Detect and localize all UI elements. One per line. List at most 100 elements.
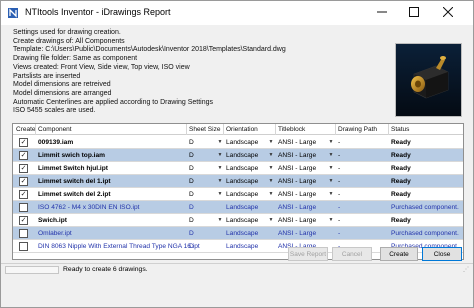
column-header-create[interactable]: Create bbox=[16, 126, 36, 133]
dropdown-arrow-icon[interactable]: ▼ bbox=[267, 150, 275, 159]
status-value: Ready bbox=[391, 190, 411, 198]
orientation-select[interactable]: Landscape bbox=[226, 165, 258, 172]
column-header-drawing-path[interactable]: Drawing Path bbox=[338, 126, 377, 133]
create-checkbox[interactable]: ✓ bbox=[19, 164, 28, 173]
table-row[interactable]: ✓ Limmit swich top.iam D ▼ Landscape ▼ A… bbox=[13, 149, 463, 162]
dropdown-arrow-icon[interactable]: ▼ bbox=[327, 150, 335, 159]
components-grid: Create Component Sheet Size Orientation … bbox=[12, 123, 464, 260]
sheet-size-select[interactable]: D bbox=[189, 178, 194, 185]
titleblock-select[interactable]: ANSI - Large bbox=[278, 178, 316, 185]
component-name: Swich.ipt bbox=[38, 216, 67, 224]
titleblock-value: ANSI - Large bbox=[278, 229, 317, 237]
status-message: Ready to create 6 drawings. bbox=[63, 266, 148, 273]
column-header-status[interactable]: Status bbox=[391, 126, 409, 133]
maximize-button[interactable] bbox=[399, 1, 429, 25]
titleblock-select[interactable]: ANSI - Large bbox=[278, 165, 316, 172]
sheet-size-select[interactable]: D bbox=[189, 217, 194, 224]
component-name: 009139.iam bbox=[38, 138, 74, 146]
sheet-size-select[interactable]: D bbox=[189, 165, 194, 172]
create-checkbox[interactable]: ✓ bbox=[19, 177, 28, 186]
info-line: ISO 5455 scales are used. bbox=[13, 107, 96, 115]
idrawings-report-window: NTItools Inventor - iDrawings Report Set… bbox=[0, 0, 474, 308]
dropdown-arrow-icon[interactable]: ▼ bbox=[327, 215, 335, 224]
info-line: Model dimensions are arranged bbox=[13, 89, 112, 97]
dropdown-arrow-icon[interactable]: ▼ bbox=[267, 176, 275, 185]
resize-grip-icon[interactable]: ⋰ bbox=[463, 266, 471, 274]
dropdown-arrow-icon[interactable]: ▼ bbox=[216, 189, 224, 198]
dropdown-arrow-icon[interactable]: ▼ bbox=[327, 137, 335, 146]
progress-box bbox=[5, 266, 59, 274]
status-value: Purchased component. bbox=[391, 229, 459, 237]
table-row[interactable]: ✓ Limmet Switch hjul.ipt D ▼ Landscape ▼… bbox=[13, 162, 463, 175]
dropdown-arrow-icon[interactable]: ▼ bbox=[216, 163, 224, 172]
orientation-value: Landscape bbox=[226, 229, 259, 237]
table-row[interactable]: ✓ Swich.ipt D ▼ Landscape ▼ ANSI - Large… bbox=[13, 214, 463, 227]
drawing-path-value: - bbox=[338, 203, 341, 211]
sheet-size-select[interactable]: D bbox=[189, 191, 194, 198]
table-row[interactable]: ✓ 009139.iam D ▼ Landscape ▼ ANSI - Larg… bbox=[13, 136, 463, 149]
dropdown-arrow-icon[interactable]: ▼ bbox=[327, 189, 335, 198]
close-window-button[interactable] bbox=[433, 1, 463, 25]
titleblock-select[interactable]: ANSI - Large bbox=[278, 139, 316, 146]
close-button[interactable]: Close bbox=[422, 247, 462, 261]
drawing-path-value: - bbox=[338, 151, 341, 159]
drawing-path-value: - bbox=[338, 177, 341, 185]
create-checkbox[interactable] bbox=[19, 242, 28, 251]
column-header-orientation[interactable]: Orientation bbox=[226, 126, 258, 133]
dropdown-arrow-icon[interactable]: ▼ bbox=[267, 163, 275, 172]
info-line: Automatic Centerlines are applied accord… bbox=[13, 98, 213, 106]
orientation-select[interactable]: Landscape bbox=[226, 191, 258, 198]
table-row[interactable]: ✓ Limmet switch del 1.ipt D ▼ Landscape … bbox=[13, 175, 463, 188]
orientation-select[interactable]: Landscape bbox=[226, 217, 258, 224]
drawing-path-value: - bbox=[338, 138, 341, 146]
status-value: Ready bbox=[391, 138, 411, 146]
title-bar[interactable]: NTItools Inventor - iDrawings Report bbox=[1, 1, 473, 25]
info-line: Template: C:\Users\Public\Documents\Auto… bbox=[13, 46, 286, 54]
titleblock-select[interactable]: ANSI - Large bbox=[278, 191, 316, 198]
status-bar: Ready to create 6 drawings. ⋰ bbox=[1, 263, 473, 275]
info-line: Settings used for drawing creation. bbox=[13, 29, 121, 36]
settings-summary: Settings used for drawing creation. Crea… bbox=[13, 29, 388, 116]
cancel-button[interactable]: Cancel bbox=[332, 247, 372, 261]
dropdown-arrow-icon[interactable]: ▼ bbox=[267, 215, 275, 224]
component-name: DIN 8063 Nipple With External Thread Typ… bbox=[38, 242, 200, 250]
column-header-component[interactable]: Component bbox=[38, 126, 72, 133]
create-checkbox[interactable]: ✓ bbox=[19, 138, 28, 147]
dropdown-arrow-icon[interactable]: ▼ bbox=[267, 137, 275, 146]
dropdown-arrow-icon[interactable]: ▼ bbox=[216, 215, 224, 224]
sheet-size-value: D bbox=[189, 203, 194, 211]
table-row[interactable]: ✓ Limmet switch del 2.ipt D ▼ Landscape … bbox=[13, 188, 463, 201]
create-checkbox[interactable] bbox=[19, 229, 28, 238]
column-header-sheet-size[interactable]: Sheet Size bbox=[189, 126, 220, 133]
orientation-select[interactable]: Landscape bbox=[226, 152, 258, 159]
create-checkbox[interactable]: ✓ bbox=[19, 190, 28, 199]
dropdown-arrow-icon[interactable]: ▼ bbox=[216, 137, 224, 146]
dropdown-arrow-icon[interactable]: ▼ bbox=[327, 163, 335, 172]
create-checkbox[interactable]: ✓ bbox=[19, 151, 28, 160]
drawing-path-value: - bbox=[338, 229, 341, 237]
dropdown-arrow-icon[interactable]: ▼ bbox=[327, 176, 335, 185]
titleblock-select[interactable]: ANSI - Large bbox=[278, 217, 316, 224]
dropdown-arrow-icon[interactable]: ▼ bbox=[216, 176, 224, 185]
sheet-size-select[interactable]: D bbox=[189, 152, 194, 159]
create-checkbox[interactable] bbox=[19, 203, 28, 212]
create-button[interactable]: Create bbox=[380, 247, 418, 261]
titleblock-select[interactable]: ANSI - Large bbox=[278, 152, 316, 159]
dropdown-arrow-icon[interactable]: ▼ bbox=[216, 150, 224, 159]
dropdown-arrow-icon[interactable]: ▼ bbox=[267, 189, 275, 198]
sheet-size-select[interactable]: D bbox=[189, 139, 194, 146]
component-name: Limmit swich top.iam bbox=[38, 151, 106, 159]
window-title: NTItools Inventor - iDrawings Report bbox=[25, 7, 171, 17]
sheet-size-value: D bbox=[189, 242, 194, 250]
status-value: Ready bbox=[391, 151, 411, 159]
app-logo-icon bbox=[7, 7, 19, 19]
orientation-select[interactable]: Landscape bbox=[226, 139, 258, 146]
model-preview-image bbox=[395, 43, 462, 117]
create-checkbox[interactable]: ✓ bbox=[19, 216, 28, 225]
save-report-button[interactable]: Save Report bbox=[288, 247, 328, 261]
table-row[interactable]: ISO 4762 - M4 x 30DIN EN ISO.ipt D Lands… bbox=[13, 201, 463, 214]
table-row[interactable]: Omlaber.ipt D Landscape ANSI - Large - P… bbox=[13, 227, 463, 240]
minimize-button[interactable] bbox=[367, 1, 397, 25]
orientation-select[interactable]: Landscape bbox=[226, 178, 258, 185]
column-header-titleblock[interactable]: Titleblock bbox=[278, 126, 305, 133]
